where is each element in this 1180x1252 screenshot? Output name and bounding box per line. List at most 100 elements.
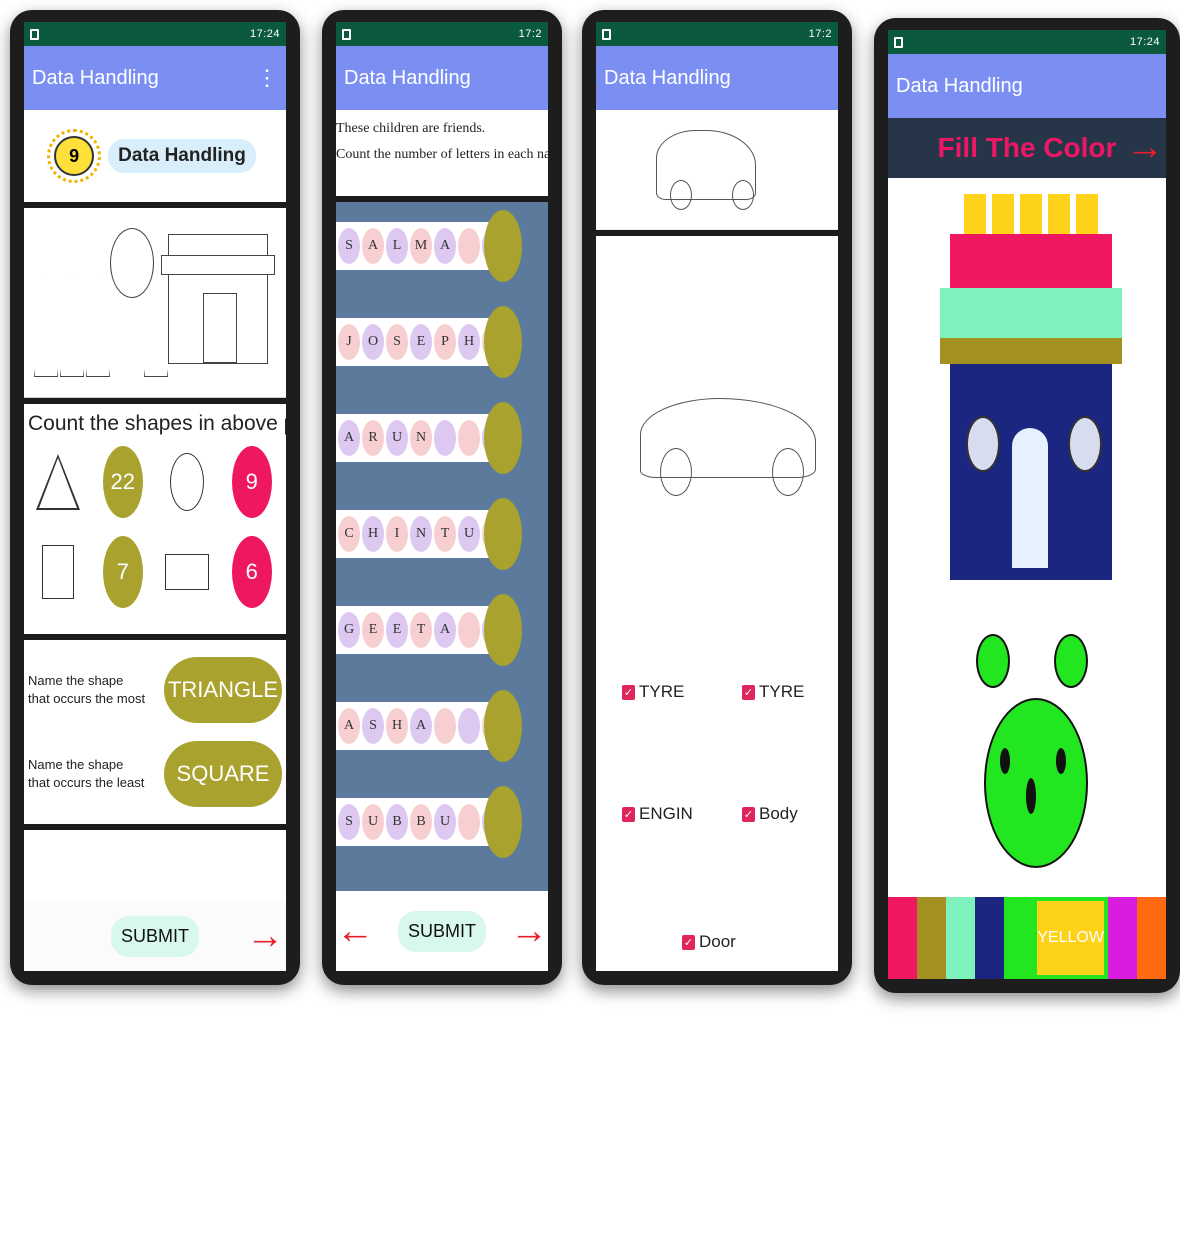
instructions: These children are friends. Count the nu…	[336, 110, 548, 202]
letter-flower	[434, 420, 456, 456]
next-arrow-icon[interactable]: →	[510, 912, 548, 950]
letter-flower: T	[434, 516, 456, 552]
eye-left	[1000, 748, 1010, 774]
circle-icon	[170, 453, 205, 511]
instruction-line: These children are friends.	[336, 121, 486, 136]
letter-flower: U	[434, 804, 456, 840]
car-preview	[596, 110, 838, 230]
letter-flower: S	[338, 804, 360, 840]
answer-triangle-button[interactable]: TRIANGLE	[164, 657, 282, 723]
letter-flower: P	[434, 324, 456, 360]
next-arrow-icon[interactable]: →	[246, 917, 284, 955]
shapes-picture	[24, 208, 286, 398]
candle-block[interactable]	[1048, 194, 1070, 234]
name-row: GEETA	[336, 594, 522, 666]
letter-flower: N	[410, 420, 432, 456]
status-bar: 17:2	[336, 22, 548, 46]
letter-flower: A	[338, 420, 360, 456]
submit-button[interactable]: SUBMIT	[397, 910, 486, 952]
name-row: ARUN	[336, 402, 522, 474]
checked-icon: ✓	[742, 806, 755, 822]
letter-flower: S	[362, 708, 384, 744]
checked-icon: ✓	[742, 684, 755, 700]
answer-circle-button[interactable]	[484, 498, 522, 570]
answer-circle-button[interactable]	[484, 210, 522, 282]
answer-circle-button[interactable]	[484, 594, 522, 666]
face-block[interactable]	[984, 698, 1088, 868]
square-count-badge[interactable]: 7	[102, 536, 143, 608]
screen-4: 17:24 Data Handling Fill The Color → YEL…	[888, 30, 1166, 979]
letter-flower: A	[434, 228, 456, 264]
candle-block[interactable]	[964, 194, 986, 234]
checkbox-engin[interactable]: ✓ ENGIN	[622, 804, 693, 824]
color-swatch[interactable]	[1136, 897, 1166, 979]
letter-flower: G	[338, 612, 360, 648]
checkbox-body[interactable]: ✓ Body	[742, 804, 798, 824]
color-swatch[interactable]	[888, 897, 918, 979]
wheel-shape	[772, 448, 804, 496]
reflection-1	[10, 990, 300, 1240]
circle-count-badge[interactable]: 9	[231, 446, 272, 518]
top-block[interactable]	[950, 234, 1112, 288]
letter-flower	[458, 804, 480, 840]
name-row: SUBBU	[336, 786, 522, 858]
color-swatch[interactable]	[975, 897, 1005, 979]
checkbox-tyre-1[interactable]: ✓ TYRE	[622, 682, 684, 702]
names-list: SALMAJOSEPHARUNCHINTUGEETAASHASUBBU	[336, 202, 548, 891]
overflow-menu-icon[interactable]: ⋮	[256, 67, 278, 89]
wheel-shape	[660, 448, 692, 496]
letter-flower: B	[386, 804, 408, 840]
answer-circle-button[interactable]	[484, 690, 522, 762]
submit-button[interactable]: SUBMIT	[110, 915, 199, 957]
candle-block[interactable]	[992, 194, 1014, 234]
letter-flower	[458, 708, 480, 744]
checkbox-door[interactable]: ✓ Door	[682, 932, 736, 952]
candle-block[interactable]	[1076, 194, 1098, 234]
shape-count-grid: 22 9 7 6	[28, 446, 282, 608]
middle-block[interactable]	[940, 288, 1122, 338]
window-left[interactable]	[966, 416, 1000, 472]
rectangle-count-badge[interactable]: 6	[231, 536, 272, 608]
letter-flower: C	[338, 516, 360, 552]
triangle-count-badge[interactable]: 22	[102, 446, 143, 518]
checkbox-tyre-2[interactable]: ✓ TYRE	[742, 682, 804, 702]
triangle-icon	[36, 454, 81, 510]
letter-flower: R	[362, 420, 384, 456]
letter-flower	[434, 708, 456, 744]
answer-circle-button[interactable]	[484, 402, 522, 474]
letter-flower: H	[386, 708, 408, 744]
back-arrow-icon[interactable]: ←	[336, 912, 374, 950]
answer-square-button[interactable]: SQUARE	[164, 741, 282, 807]
candle-block[interactable]	[1020, 194, 1042, 234]
divider	[596, 230, 838, 236]
answer-circle-button[interactable]	[484, 786, 522, 858]
letter-flower: S	[338, 228, 360, 264]
screen-2: 17:2 Data Handling These children are fr…	[336, 22, 548, 971]
letter-flower: N	[410, 516, 432, 552]
ear-left[interactable]	[976, 634, 1010, 688]
status-bar: 17:24	[888, 30, 1166, 54]
letter-flower: T	[410, 612, 432, 648]
color-swatch[interactable]	[1004, 897, 1034, 979]
color-swatch[interactable]	[917, 897, 947, 979]
letter-flower: A	[410, 708, 432, 744]
window-right[interactable]	[1068, 416, 1102, 472]
phone-3: 17:2 Data Handling ✓ TYRE ✓ TYRE ✓ ENGIN ✓ B…	[582, 10, 852, 985]
door-block[interactable]	[1012, 428, 1048, 568]
letter-flower: E	[410, 324, 432, 360]
footer: ← SUBMIT →	[336, 891, 548, 971]
color-swatch[interactable]	[1107, 897, 1137, 979]
notification-icon	[602, 28, 611, 40]
topic-logo-text: Data Handling	[108, 139, 256, 173]
next-arrow-icon[interactable]: →	[1126, 128, 1164, 166]
answer-row: Name the shape that occurs the least SQU…	[28, 732, 282, 816]
ear-right[interactable]	[1054, 634, 1088, 688]
color-swatch[interactable]: YELLOW	[1033, 897, 1108, 979]
band-block[interactable]	[940, 338, 1122, 364]
answer-circle-button[interactable]	[484, 306, 522, 378]
letter-flower: U	[386, 420, 408, 456]
status-bar: 17:24	[24, 22, 286, 46]
footer: SUBMIT →	[24, 901, 286, 971]
status-bar: 17:2	[596, 22, 838, 46]
color-swatch[interactable]	[946, 897, 976, 979]
